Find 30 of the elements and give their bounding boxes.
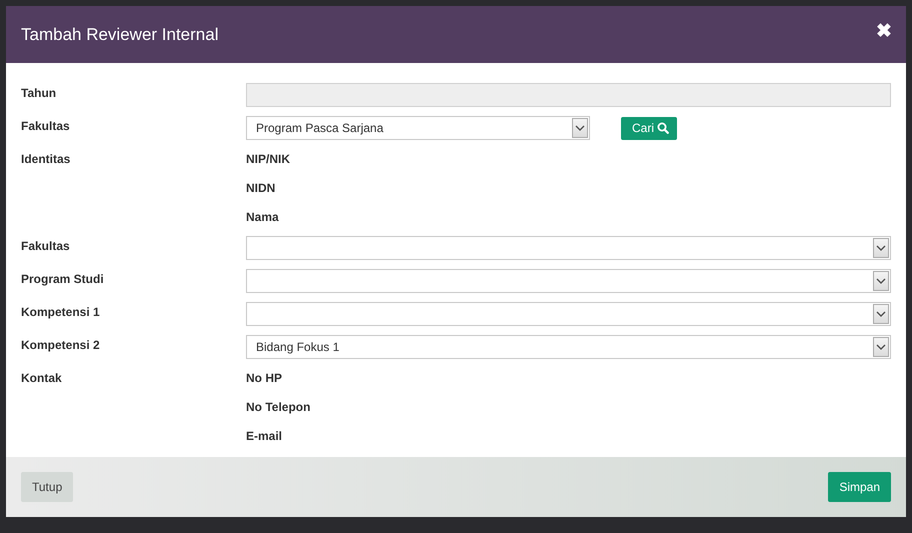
field-label: Identitas	[21, 151, 72, 168]
caret-icon	[873, 271, 889, 291]
select-field[interactable]: Program Pasca Sarjana	[246, 116, 590, 140]
info-label: E-mail	[246, 428, 284, 445]
caret-icon	[873, 238, 889, 258]
field-label: Kompetensi 1	[21, 304, 101, 321]
caret-icon	[873, 337, 889, 357]
select-field[interactable]	[246, 302, 891, 326]
info-label: No HP	[246, 370, 283, 387]
modal-title: Tambah Reviewer Internal	[21, 24, 218, 44]
field-label: Fakultas	[21, 238, 71, 255]
search-button[interactable]: Cari	[621, 116, 678, 140]
info-label: NIP/NIK	[246, 151, 292, 168]
caret-icon	[572, 118, 588, 138]
caret-icon	[873, 304, 889, 324]
field-label: Fakultas	[21, 118, 71, 135]
field-label: Kontak	[21, 370, 63, 387]
info-label: Nama	[246, 209, 280, 226]
close-button[interactable]: Tutup	[21, 472, 74, 502]
select-field[interactable]	[246, 269, 891, 293]
field-label: Program Studi	[21, 271, 105, 288]
search-icon	[657, 122, 670, 134]
save-button[interactable]: Simpan	[828, 472, 891, 502]
select-field[interactable]: Bidang Fokus 1	[246, 335, 891, 359]
field-label: Kompetensi 2	[21, 337, 101, 354]
info-label: No Telepon	[246, 399, 312, 416]
close-button[interactable]: ✖	[876, 18, 892, 42]
select-field[interactable]	[246, 236, 891, 260]
field-label: Tahun	[21, 85, 58, 102]
info-label: NIDN	[246, 180, 276, 197]
